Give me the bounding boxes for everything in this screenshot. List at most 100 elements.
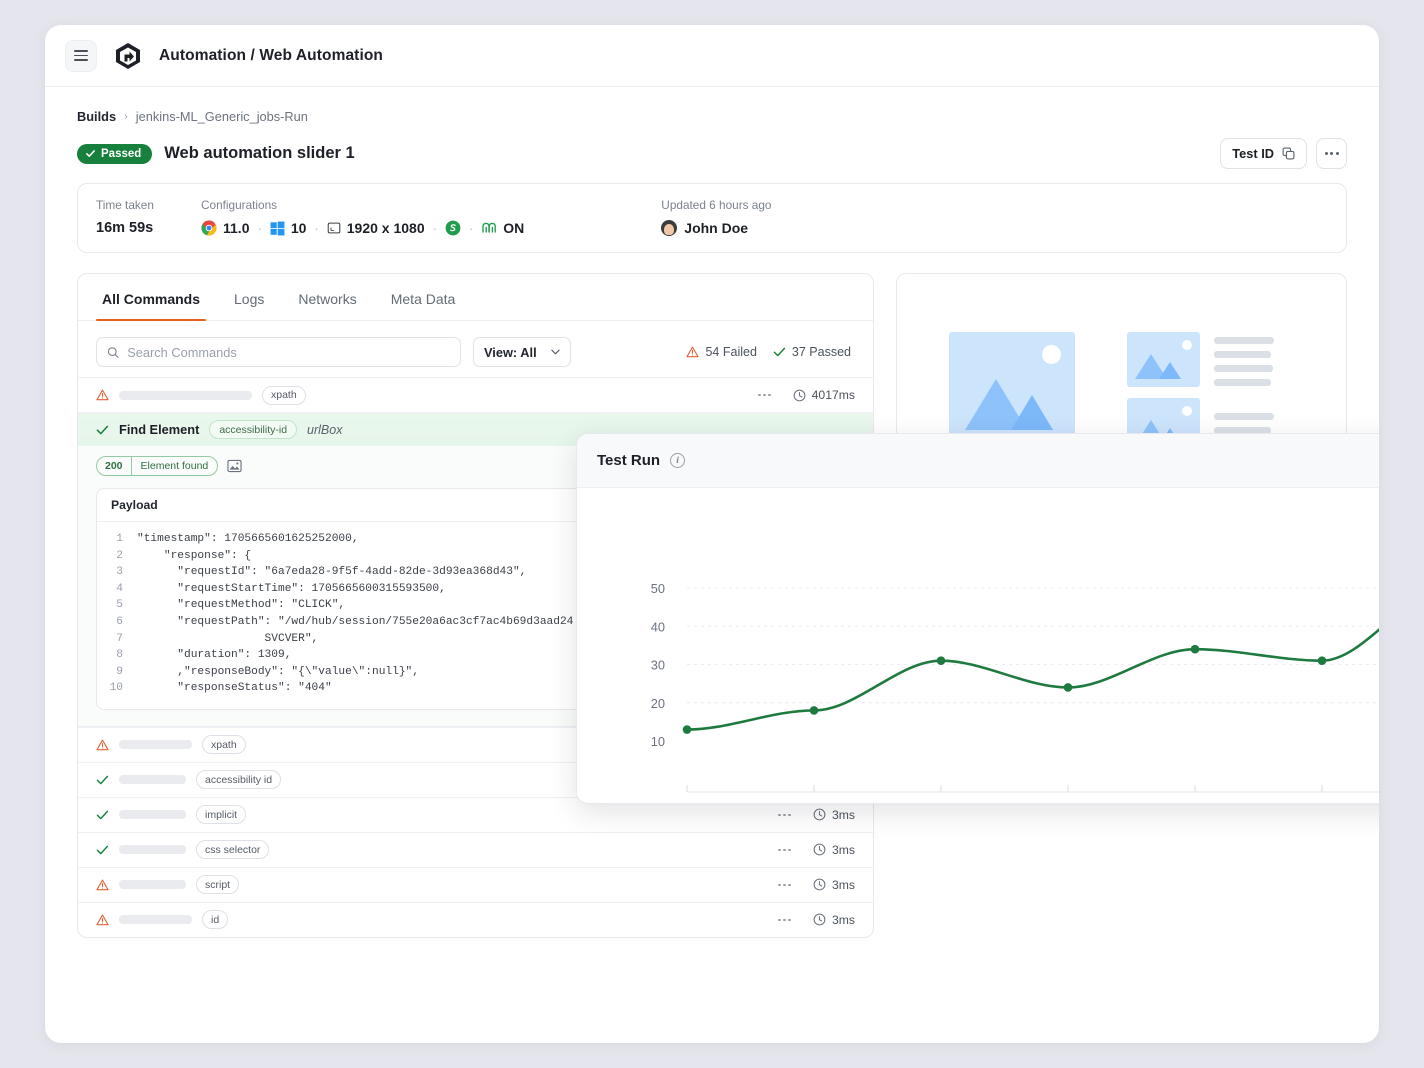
data-point[interactable]: [937, 656, 946, 665]
row-actions: 3ms: [778, 913, 855, 927]
warning-icon: [96, 739, 109, 751]
table-row[interactable]: id 3ms: [78, 902, 873, 937]
command-name-placeholder: [119, 915, 192, 924]
test-run-chart: 5040302010 18 Jun19 Jun20 Jun21 Jun22 Ju…: [577, 488, 1379, 804]
row-more-icon[interactable]: [778, 849, 791, 852]
locator-pill: accessibility id: [196, 770, 281, 789]
title-actions: Test ID: [1220, 138, 1347, 169]
status-counts: 54 Failed 37 Passed: [686, 345, 855, 359]
user-name: John Doe: [684, 220, 748, 236]
config-resolution-value: 1920 x 1080: [347, 220, 425, 236]
y-tick-label: 20: [651, 696, 665, 711]
row-duration: 3ms: [813, 878, 855, 892]
warning-icon: [96, 914, 109, 926]
config-separator-3: ·: [433, 221, 437, 236]
time-taken-value: 16m 59s: [96, 220, 201, 236]
data-point[interactable]: [1191, 645, 1200, 654]
line-text: "timestamp": 1705665601625252000,: [137, 531, 359, 548]
table-row[interactable]: xpath 4017ms: [78, 377, 873, 412]
placeholder-image-large: [949, 332, 1075, 448]
tab-logs[interactable]: Logs: [220, 274, 278, 320]
table-row[interactable]: script 3ms: [78, 867, 873, 902]
placeholder-bar: [1214, 413, 1274, 420]
row-more-icon[interactable]: [778, 919, 791, 922]
breadcrumb-current[interactable]: jenkins-ML_Generic_jobs-Run: [136, 109, 308, 124]
passed-count: 37 Passed: [773, 345, 851, 359]
row-actions: 3ms: [778, 843, 855, 857]
row-duration-value: 3ms: [832, 913, 855, 927]
line-number: 6: [97, 614, 137, 631]
row-more-icon[interactable]: [758, 394, 771, 397]
row-more-icon[interactable]: [778, 884, 791, 887]
config-separator-2: ·: [314, 221, 318, 236]
test-run-header: Test Run i: [577, 434, 1379, 488]
breadcrumb-builds[interactable]: Builds: [77, 109, 116, 124]
tab-all-commands[interactable]: All Commands: [88, 274, 214, 320]
search-icon: [107, 346, 119, 359]
warning-icon: [686, 346, 699, 358]
line-number: 1: [97, 531, 137, 548]
find-element-label: Find Element: [119, 422, 199, 437]
line-text: SVCVER",: [137, 631, 318, 648]
row-more-icon[interactable]: [778, 814, 791, 817]
tab-meta-data[interactable]: Meta Data: [377, 274, 470, 320]
command-name-placeholder: [119, 845, 186, 854]
data-point[interactable]: [1318, 656, 1327, 665]
row-actions: 3ms: [778, 808, 855, 822]
copy-icon: [1282, 147, 1295, 160]
locator-pill: id: [202, 910, 228, 929]
avatar: [661, 220, 677, 236]
test-info-card: Time taken 16m 59s Configurations: [77, 183, 1347, 253]
data-point[interactable]: [810, 706, 819, 715]
check-icon: [85, 148, 96, 159]
status-chip: 200 Element found: [96, 456, 218, 476]
test-run-title: Test Run: [597, 452, 660, 469]
chart-svg: 5040302010 18 Jun19 Jun20 Jun21 Jun22 Ju…: [577, 488, 1379, 804]
y-tick-label: 40: [651, 619, 665, 634]
check-icon: [96, 774, 109, 786]
table-row[interactable]: css selector 3ms: [78, 832, 873, 867]
locator-pill: implicit: [196, 805, 246, 824]
hamburger-icon[interactable]: [65, 40, 97, 72]
command-name-placeholder: [119, 740, 192, 749]
config-network-value: ON: [503, 220, 524, 236]
placeholder-image-small: [1127, 332, 1200, 387]
config-network: ON: [481, 220, 524, 236]
line-number: 4: [97, 581, 137, 598]
config-browser: 11.0: [201, 220, 249, 236]
info-icon[interactable]: i: [670, 453, 685, 468]
data-point[interactable]: [1064, 683, 1073, 692]
line-number: 5: [97, 597, 137, 614]
failed-count-label: 54 Failed: [705, 345, 756, 359]
check-icon: [96, 424, 109, 436]
find-element-target: urlBox: [307, 423, 342, 437]
command-name-placeholder: [119, 391, 252, 400]
line-number: 8: [97, 647, 137, 664]
config-os-value: 10: [291, 220, 307, 236]
chart-line-series: [687, 588, 1379, 730]
image-icon[interactable]: [227, 459, 242, 473]
locator-pill: script: [196, 875, 239, 894]
brand-logo-icon: [111, 39, 145, 73]
config-separator: ·: [257, 221, 261, 236]
status-badge: Passed: [77, 144, 152, 164]
breadcrumb: Builds › jenkins-ML_Generic_jobs-Run: [77, 109, 1347, 124]
command-name-placeholder: [119, 775, 186, 784]
config-framework: [445, 220, 461, 236]
more-options-button[interactable]: [1316, 138, 1347, 169]
clock-icon: [813, 913, 826, 926]
clock-icon: [813, 878, 826, 891]
search-commands-box[interactable]: [96, 337, 461, 367]
view-filter-select[interactable]: View: All: [473, 337, 571, 367]
check-icon: [96, 844, 109, 856]
test-id-button[interactable]: Test ID: [1220, 138, 1307, 169]
tab-networks[interactable]: Networks: [284, 274, 370, 320]
line-text: "requestStartTime": 1705665600315593500,: [137, 581, 446, 598]
config-os: 10: [270, 220, 307, 236]
configurations-list: 11.0 · 10 ·: [201, 220, 524, 236]
resolution-icon: [327, 221, 341, 235]
user-row: John Doe: [661, 220, 771, 236]
search-input[interactable]: [127, 345, 450, 360]
data-point[interactable]: [683, 725, 692, 734]
mountain-shape: [1127, 332, 1200, 387]
